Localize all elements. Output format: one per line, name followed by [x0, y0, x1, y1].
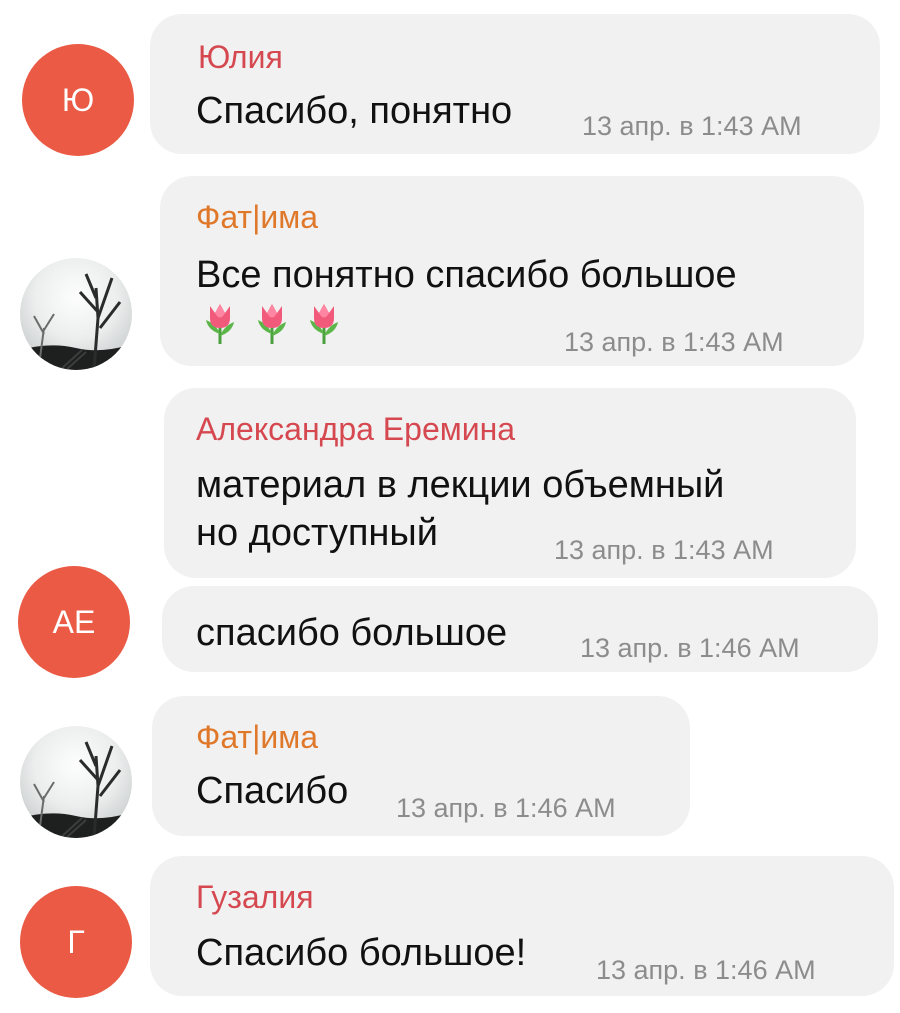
foggy-trees-photo-icon	[20, 741, 132, 838]
message-time: 13 апр. в 1:43 AM	[564, 327, 784, 357]
avatar-initials: Г	[67, 923, 85, 960]
message-bubble[interactable]: Фат|има Все понятно спасибо большое 13 а…	[160, 176, 864, 366]
message-bubble[interactable]: Александра Еремина материал в лекции объ…	[164, 388, 856, 578]
avatar-ae[interactable]: АЕ	[18, 566, 130, 678]
avatar-yulia[interactable]: Ю	[22, 44, 134, 156]
avatar-fatima[interactable]	[20, 726, 132, 838]
message-text: Спасибо, понятно	[196, 90, 513, 132]
avatar-initials: АЕ	[52, 603, 96, 640]
message-time: 13 апр. в 1:46 AM	[596, 955, 816, 985]
message-bubble[interactable]: Гузалия Спасибо большое! 13 апр. в 1:46 …	[150, 856, 894, 996]
message-time: 13 апр. в 1:43 AM	[582, 111, 802, 141]
sender-name[interactable]: Гузалия	[196, 878, 314, 916]
sender-name[interactable]: Фат|има	[196, 198, 318, 236]
message-bubble[interactable]: Юлия Спасибо, понятно 13 апр. в 1:43 AM	[150, 14, 880, 154]
sender-name[interactable]: Юлия	[198, 38, 283, 76]
message-text: спасибо большое	[196, 612, 508, 654]
message-bubble[interactable]: Фат|има Спасибо 13 апр. в 1:46 AM	[152, 696, 690, 836]
message-time: 13 апр. в 1:46 AM	[396, 793, 616, 823]
message-time: 13 апр. в 1:43 AM	[554, 535, 774, 565]
avatar-guzaliya[interactable]: Г	[20, 886, 132, 998]
message-text-line: но доступный	[196, 512, 438, 554]
foggy-trees-photo-icon	[20, 273, 132, 370]
sender-name[interactable]: Фат|има	[196, 718, 318, 756]
tulip-icon	[302, 300, 346, 344]
message-bubble[interactable]: спасибо большое 13 апр. в 1:46 AM	[162, 586, 878, 672]
tulip-icon	[250, 300, 294, 344]
avatar-initials: Ю	[61, 81, 95, 118]
message-text-line: материал в лекции объемный	[196, 464, 725, 506]
message-text: Спасибо	[196, 770, 349, 812]
message-text: Спасибо большое!	[196, 932, 527, 974]
message-time: 13 апр. в 1:46 AM	[580, 633, 800, 663]
message-text-line: Все понятно спасибо большое	[196, 254, 737, 296]
avatar-fatima[interactable]	[20, 258, 132, 370]
emoji-row	[198, 300, 346, 344]
tulip-icon	[198, 300, 242, 344]
sender-name[interactable]: Александра Еремина	[196, 410, 515, 448]
